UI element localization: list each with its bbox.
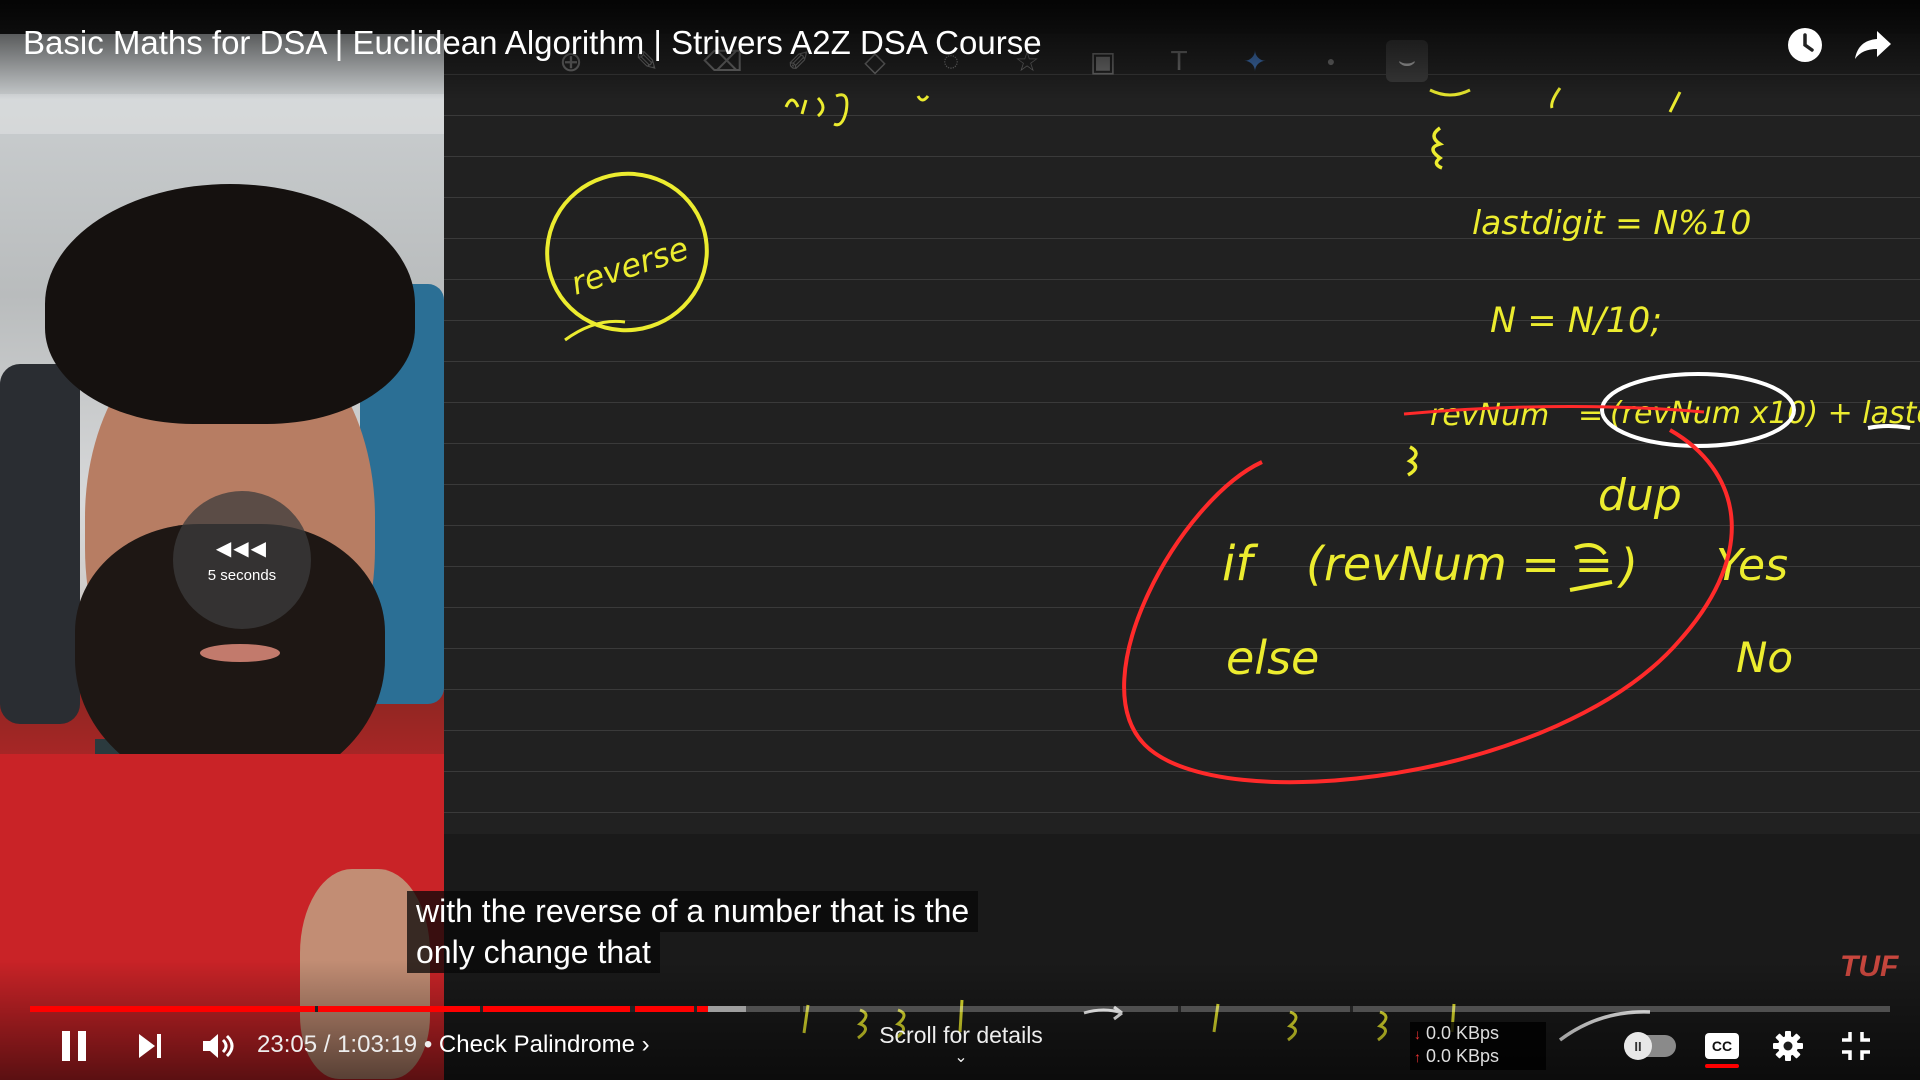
chapter-title-button[interactable]: Check Palindrome ›: [439, 1031, 650, 1058]
net-up-value: 0.0 KBps: [1426, 1046, 1500, 1066]
duration: 1:03:19: [337, 1031, 418, 1058]
clock-icon[interactable]: [1782, 22, 1828, 68]
pause-small-icon: II: [1624, 1032, 1652, 1060]
background-wall: [0, 94, 444, 134]
chapter-bullet: •: [423, 1031, 433, 1058]
scroll-hint-label: Scroll for details: [879, 1022, 1043, 1048]
chapter-marker: [1350, 1006, 1353, 1012]
captions-button[interactable]: CC: [1700, 1024, 1744, 1068]
chevron-right-icon: ›: [641, 1031, 650, 1058]
current-time: 23:05: [257, 1031, 318, 1058]
pause-button[interactable]: [52, 1024, 96, 1068]
played-bar: [30, 1006, 708, 1012]
chapter-marker: [632, 1006, 635, 1012]
upload-arrow-icon: ↑: [1414, 1049, 1421, 1065]
time-display: 23:05 / 1:03:19 • Check Palindrome ›: [257, 1031, 650, 1059]
chapter-marker: [1178, 1006, 1181, 1012]
time-separator: /: [323, 1031, 331, 1058]
video-player[interactable]: ◀◀◀ 5 seconds ⊕ ✎ ⌫ ✐ ◇ ◌ ☆ ▣ T ✦ ● ⌣ re…: [0, 0, 1920, 1080]
chevron-down-icon: ⌄: [954, 1049, 968, 1066]
chapter-marker: [315, 1006, 318, 1012]
share-arrow-icon[interactable]: [1850, 22, 1896, 68]
next-button[interactable]: [128, 1024, 172, 1068]
chair: [0, 364, 80, 724]
video-title[interactable]: Basic Maths for DSA | Euclidean Algorith…: [23, 24, 1042, 62]
scroll-for-details[interactable]: Scroll for details ⌄: [876, 1022, 1046, 1066]
presenter-hair: [45, 184, 415, 424]
chapter-marker: [480, 1006, 483, 1012]
rewind-indicator: ◀◀◀ 5 seconds: [173, 491, 311, 629]
whiteboard: [444, 34, 1920, 834]
exit-fullscreen-icon[interactable]: [1834, 1024, 1878, 1068]
presenter-mouth: [200, 644, 280, 662]
rewind-label: 5 seconds: [207, 567, 277, 584]
svg-text:CC: CC: [1712, 1038, 1732, 1054]
net-down-value: 0.0 KBps: [1426, 1023, 1500, 1043]
chapter-marker: [694, 1006, 697, 1012]
autoplay-toggle[interactable]: II: [1624, 1032, 1676, 1060]
download-arrow-icon: ↓: [1414, 1026, 1421, 1042]
volume-button[interactable]: [193, 1024, 243, 1068]
chapter-title: Check Palindrome: [438, 1031, 635, 1058]
caption-line-1: with the reverse of a number that is the: [407, 891, 979, 932]
network-stats: ↓ 0.0 KBps ↑ 0.0 KBps: [1410, 1022, 1546, 1070]
progress-bar[interactable]: [30, 1006, 1890, 1012]
chapter-marker: [800, 1006, 803, 1012]
settings-gear-icon[interactable]: [1766, 1024, 1810, 1068]
rewind-icon: ◀◀◀: [215, 538, 269, 560]
captions-active-indicator: [1705, 1064, 1739, 1068]
